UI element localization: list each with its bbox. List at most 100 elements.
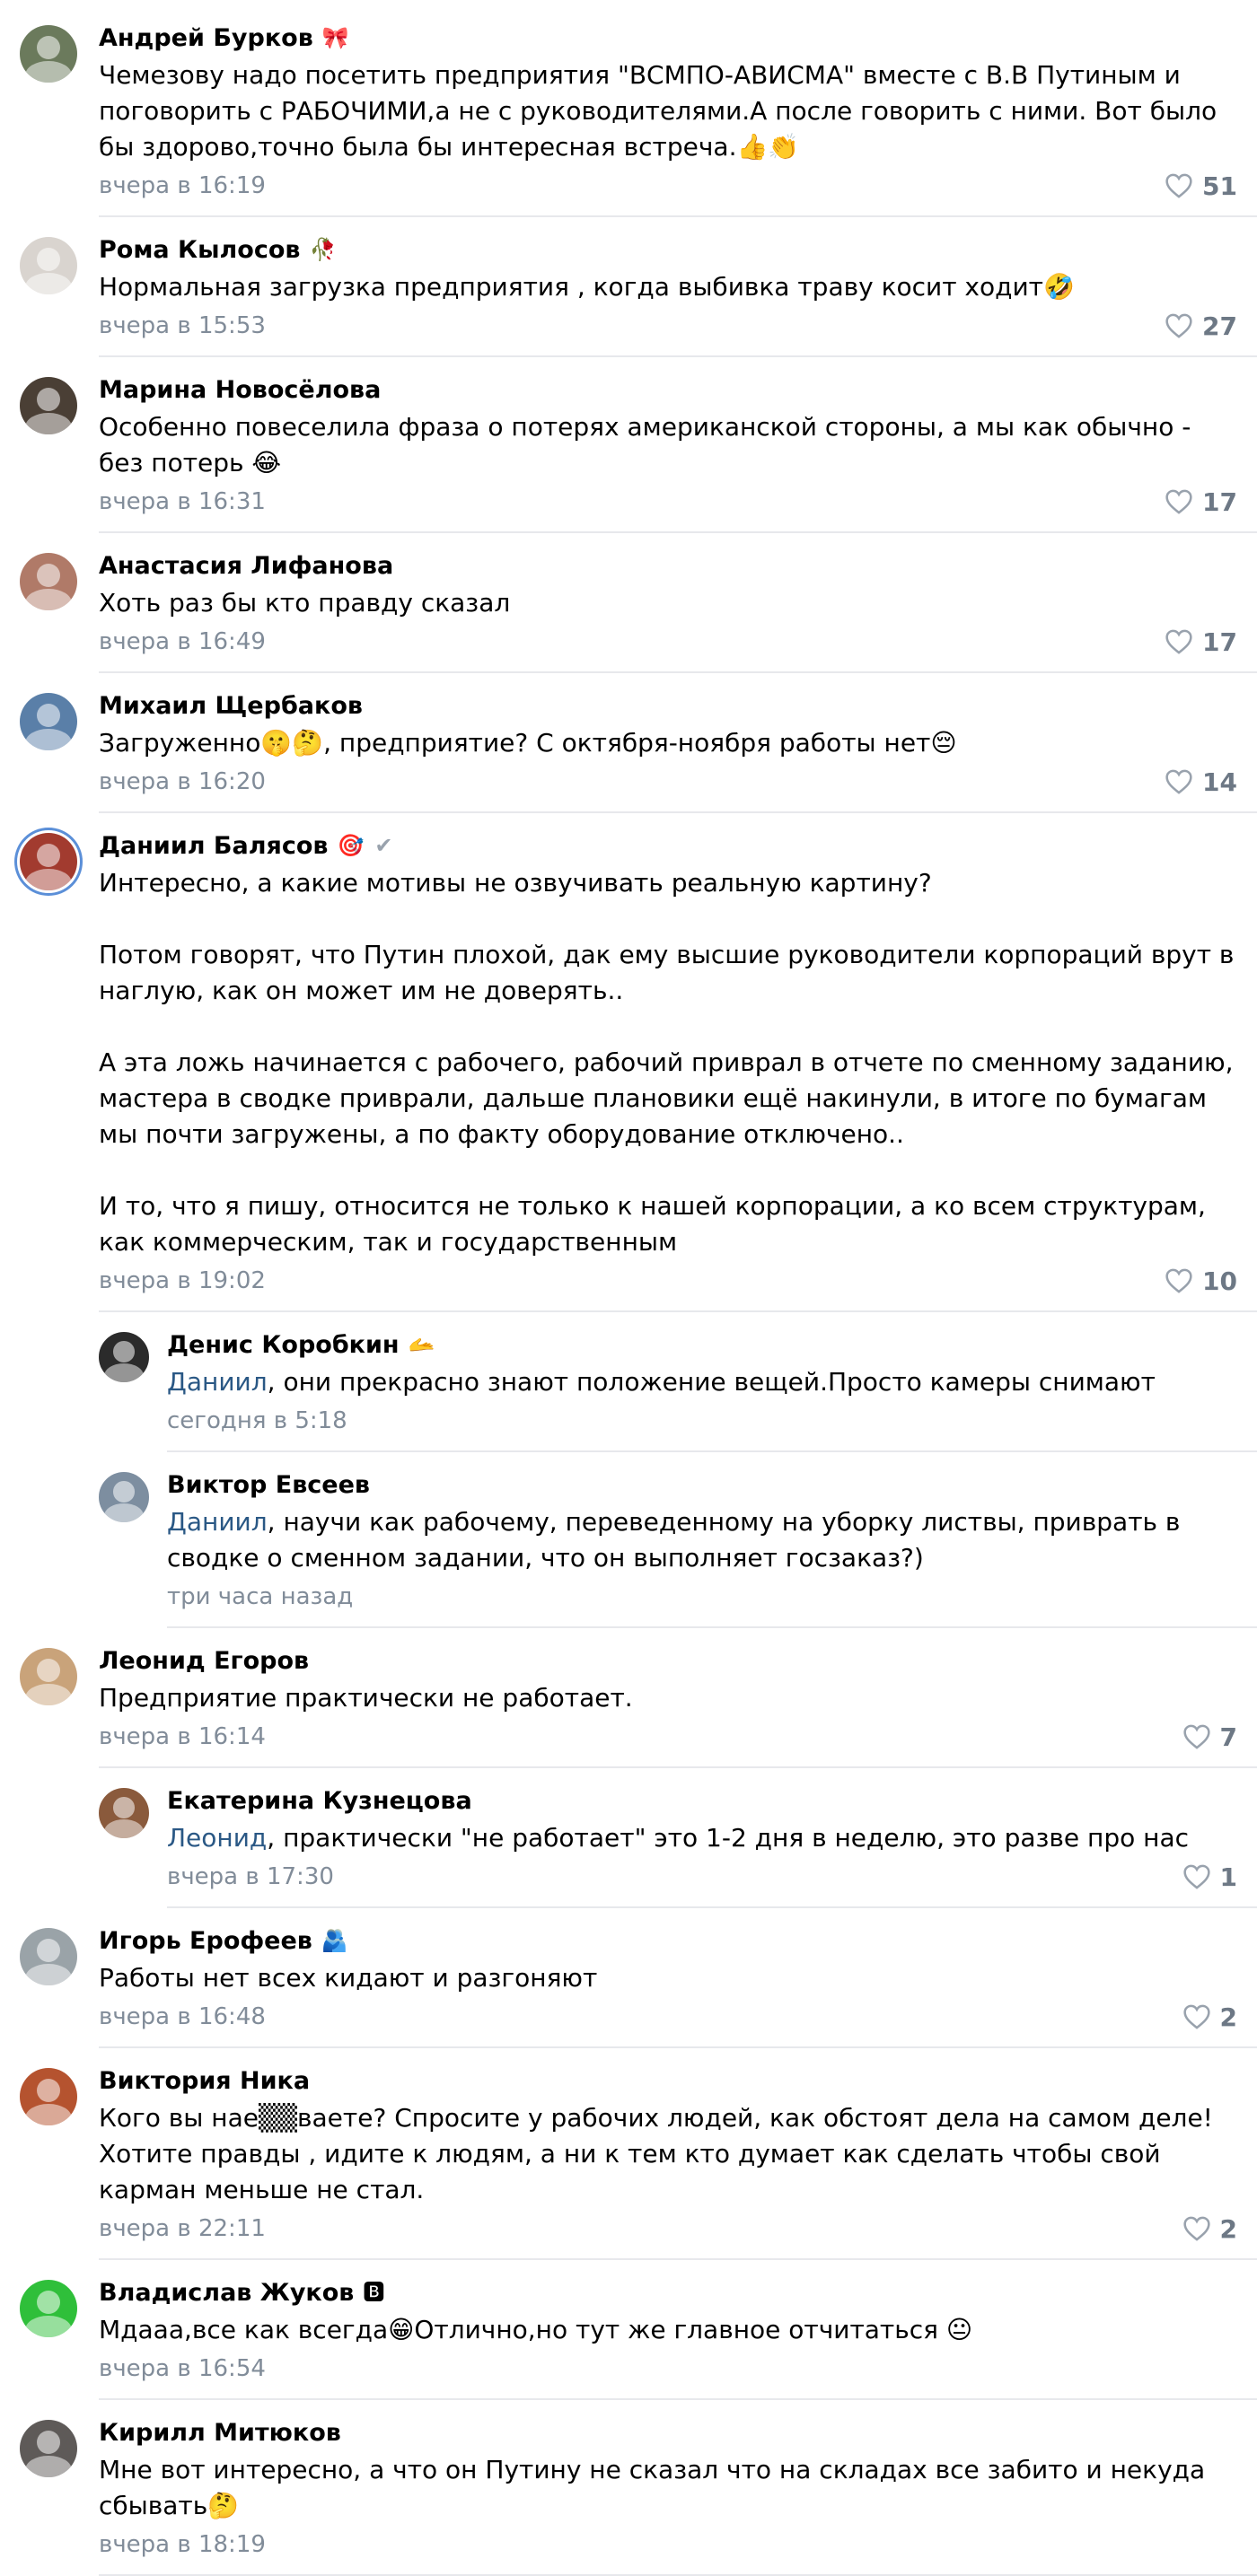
author-name[interactable]: Марина Новосёлова (99, 376, 381, 404)
comment-text: Даниил, они прекрасно знают положение ве… (167, 1364, 1237, 1400)
author-name[interactable]: Михаил Щербаков (99, 692, 363, 720)
avatar[interactable] (20, 1648, 77, 1705)
comment-meta: вчера в 15:53 27 (99, 305, 1237, 346)
comment-body: Рома Кылосов 🥀 Нормальная загрузка предп… (99, 230, 1257, 357)
comment-date[interactable]: вчера в 22:11 (99, 2215, 266, 2242)
avatar[interactable] (20, 2068, 77, 2125)
comment-meta: вчера в 22:11 2 (99, 2208, 1237, 2249)
comment-text: Работы нет всех кидают и разгоняют (99, 1960, 1237, 1996)
comment-text-content: Чемезову надо посетить предприятия "ВСМП… (99, 60, 1226, 162)
comment-meta: три часа назад (167, 1576, 1237, 1617)
author-name[interactable]: Виктория Ника (99, 2067, 310, 2095)
comment-text: Леонид, практически "не работает" это 1-… (167, 1820, 1237, 1856)
comment-body: Марина Новосёлова Особенно повеселила фр… (99, 370, 1257, 533)
like-button[interactable]: 1 (1182, 1862, 1237, 1892)
comment-text-content: , они прекрасно знают положение вещей.Пр… (267, 1367, 1156, 1397)
comment-meta: вчера в 16:14 7 (99, 1716, 1237, 1757)
comment: Игорь Ерофеев 🫂 Работы нет всех кидают и… (0, 1908, 1257, 2048)
comment-reply: Екатерина Кузнецова Леонид, практически … (0, 1768, 1257, 1908)
reply-addressee-link[interactable]: Даниил (167, 1367, 268, 1397)
author-name[interactable]: Кирилл Митюков (99, 2419, 341, 2447)
comment-date[interactable]: вчера в 17:30 (167, 1863, 334, 1890)
heart-icon (1182, 2216, 1210, 2241)
avatar[interactable] (99, 1472, 149, 1522)
author-name[interactable]: Денис Коробкин (167, 1331, 400, 1359)
comment-date[interactable]: вчера в 16:54 (99, 2355, 266, 2382)
like-button[interactable]: 17 (1165, 627, 1237, 657)
comment-date[interactable]: вчера в 16:20 (99, 768, 266, 795)
comment-meta: вчера в 16:54 (99, 2348, 1237, 2389)
like-button[interactable]: 51 (1165, 171, 1237, 201)
avatar[interactable] (99, 1788, 149, 1838)
comment-date[interactable]: вчера в 16:49 (99, 628, 266, 655)
comment-date[interactable]: вчера в 15:53 (99, 312, 266, 339)
like-button[interactable]: 17 (1165, 487, 1237, 517)
comment-date[interactable]: вчера в 19:02 (99, 1267, 266, 1294)
author-name[interactable]: Анастасия Лифанова (99, 552, 393, 580)
comment-date[interactable]: вчера в 16:19 (99, 172, 266, 199)
comment-reply: Денис Коробкин 🫴 Даниил, они прекрасно з… (0, 1312, 1257, 1452)
comment: Андрей Бурков 🎀 Чемезову надо посетить п… (0, 5, 1257, 217)
like-button[interactable]: 2 (1182, 2214, 1237, 2244)
comment-date[interactable]: три часа назад (167, 1583, 353, 1610)
author-line: Виктория Ника (99, 2061, 1237, 2100)
avatar[interactable] (20, 1928, 77, 1985)
comment-date[interactable]: вчера в 18:19 (99, 2531, 266, 2558)
comment-text: Предприятие практически не работает. (99, 1680, 1237, 1716)
author-line: Михаил Щербаков (99, 686, 1237, 725)
like-button[interactable]: 10 (1165, 1266, 1237, 1296)
avatar[interactable] (99, 1332, 149, 1382)
comment-meta: вчера в 16:48 2 (99, 1996, 1237, 2037)
avatar[interactable] (20, 25, 77, 83)
comment-date[interactable]: вчера в 16:48 (99, 2003, 266, 2030)
comment-date[interactable]: вчера в 16:31 (99, 488, 266, 515)
status-badge: 🫴 (408, 1332, 435, 1357)
comment-meta: вчера в 17:30 1 (167, 1856, 1237, 1897)
like-count: 14 (1202, 767, 1237, 797)
avatar[interactable] (20, 693, 77, 750)
comment-meta: вчера в 16:31 17 (99, 481, 1237, 522)
heart-icon (1165, 769, 1192, 794)
heart-icon (1165, 629, 1192, 654)
comment: Даниил Балясов 🎯 ✔ Интересно, а какие мо… (0, 813, 1257, 1312)
author-line: Кирилл Митюков (99, 2413, 1237, 2452)
like-button[interactable]: 14 (1165, 767, 1237, 797)
comment: Владислав Жуков 🅱 Мдааа,все как всегда😁О… (0, 2260, 1257, 2400)
author-line: Екатерина Кузнецова (167, 1781, 1237, 1820)
author-line: Андрей Бурков 🎀 (99, 18, 1237, 57)
comment-text: Хоть раз бы кто правду сказал (99, 585, 1237, 621)
author-name[interactable]: Виктор Евсеев (167, 1471, 370, 1499)
author-name[interactable]: Рома Кылосов (99, 236, 300, 264)
avatar[interactable] (20, 237, 77, 294)
like-count: 17 (1202, 486, 1237, 517)
avatar[interactable] (20, 2280, 77, 2337)
author-name[interactable]: Леонид Егоров (99, 1647, 309, 1675)
heart-icon (1165, 313, 1192, 338)
avatar[interactable] (20, 2420, 77, 2477)
author-name[interactable]: Андрей Бурков (99, 24, 313, 52)
author-name[interactable]: Даниил Балясов (99, 832, 329, 860)
reply-addressee-link[interactable]: Леонид (167, 1823, 267, 1853)
author-name[interactable]: Владислав Жуков (99, 2279, 354, 2307)
avatar[interactable] (20, 553, 77, 610)
avatar[interactable] (20, 377, 77, 434)
comment-text-content: Мне вот интересно, а что он Путину не ск… (99, 2455, 1214, 2520)
avatar[interactable] (20, 833, 77, 890)
comment-body: Игорь Ерофеев 🫂 Работы нет всех кидают и… (99, 1921, 1257, 2048)
comment: Рома Кылосов 🥀 Нормальная загрузка предп… (0, 217, 1257, 357)
like-button[interactable]: 27 (1165, 311, 1237, 341)
like-count: 7 (1219, 1722, 1237, 1752)
heart-icon (1182, 1724, 1210, 1749)
author-line: Рома Кылосов 🥀 (99, 230, 1237, 269)
like-count: 51 (1202, 171, 1237, 201)
comment-text: Особенно повеселила фраза о потерях амер… (99, 409, 1237, 481)
comment-date[interactable]: вчера в 16:14 (99, 1723, 266, 1750)
comment-meta: вчера в 16:20 14 (99, 761, 1237, 802)
author-name[interactable]: Екатерина Кузнецова (167, 1787, 472, 1815)
comment-date[interactable]: сегодня в 5:18 (167, 1407, 347, 1434)
comment-text: Мне вот интересно, а что он Путину не ск… (99, 2452, 1237, 2524)
author-name[interactable]: Игорь Ерофеев (99, 1927, 312, 1955)
reply-addressee-link[interactable]: Даниил (167, 1507, 268, 1537)
like-button[interactable]: 2 (1182, 2002, 1237, 2032)
like-button[interactable]: 7 (1182, 1722, 1237, 1752)
